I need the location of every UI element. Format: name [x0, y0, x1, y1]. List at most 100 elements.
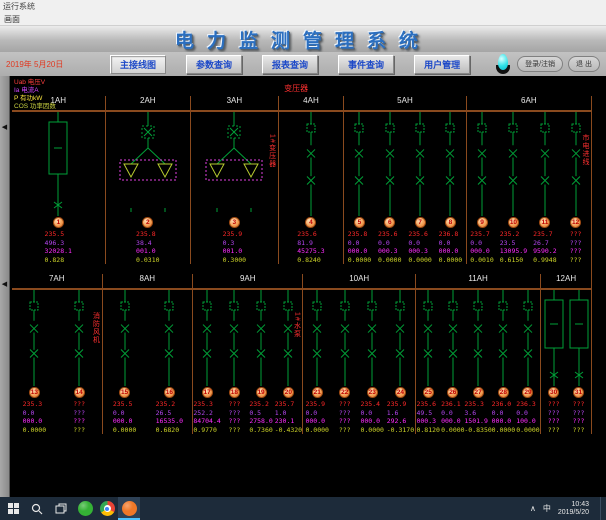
taskbar-apps: [74, 497, 140, 520]
feeder-28[interactable]: 28236.00.0000.00.0000: [491, 290, 516, 434]
feeder-2[interactable]: 2235.838.4001.00.0310: [116, 112, 180, 264]
scroll-left-icon[interactable]: ◀: [2, 124, 7, 131]
cosphi-value: 0.0000: [305, 426, 328, 435]
alarm-droplet-icon: [498, 54, 508, 70]
voltage-value: 235.2: [156, 400, 183, 409]
legend-line: Ia 电流A: [14, 87, 56, 95]
menu-button-1[interactable]: 主接线图: [110, 55, 166, 74]
main-area: ◀ ◀ Uab 电压VIa 电流AP 有功kWCOS 功率因数 变压器 1AH …: [0, 76, 606, 497]
menu-item[interactable]: 画面: [4, 15, 20, 24]
feeder-line-art: [532, 112, 558, 216]
feeder-15[interactable]: 15235.50.0000.00.0000: [112, 290, 138, 434]
feeder-3[interactable]: 3235.90.3001.00.3000: [202, 112, 266, 264]
show-desktop-button[interactable]: [600, 497, 604, 520]
feeder-line-art: [469, 112, 495, 216]
scroll-left-icon[interactable]: ◀: [2, 281, 7, 288]
row-top: 1AH 1235.5496.332028.10.8282AH 2235.838.…: [12, 96, 591, 264]
feeder-25[interactable]: 25235.649.5000.30.8120: [416, 290, 441, 434]
voltage-value: 235.3: [464, 400, 491, 409]
voltage-value: 235.7: [533, 230, 556, 239]
feeder-number-badge: 1: [53, 217, 64, 228]
feeder-line-art: [377, 112, 403, 216]
search-button[interactable]: [26, 497, 48, 520]
feeder-line-art: [346, 112, 372, 216]
feeder-26[interactable]: 26236.10.0000.00.0000: [441, 290, 466, 434]
feeder-line-art: [490, 290, 516, 386]
bay-label: 2AH: [106, 96, 191, 110]
cosphi-value: 0.0000: [408, 256, 431, 265]
feeder-21[interactable]: 21235.90.0000.00.0000: [304, 290, 330, 434]
feeder-27[interactable]: 27235.33.61501.9-0.8350: [465, 290, 491, 434]
bay-schematic: 15235.50.0000.00.0000 16235.226.516535.0…: [103, 288, 193, 434]
feeder-number-badge: 27: [473, 387, 484, 398]
bay-schematic: 30???????????? 31????????????: [541, 288, 591, 434]
feeder-line-art: [500, 112, 526, 216]
menu-button-2[interactable]: 参数查询: [186, 55, 242, 74]
cosphi-value: 0.0000: [492, 426, 515, 435]
cosphi-value: ???: [229, 426, 241, 435]
cosphi-value: 0.828: [45, 256, 72, 265]
feeder-number-badge: 16: [164, 387, 175, 398]
app-green-button[interactable]: [74, 497, 96, 520]
language-indicator[interactable]: 中: [543, 503, 551, 514]
feeder-number-badge: 4: [305, 217, 316, 228]
current-value: 252.2: [193, 409, 220, 418]
feeder-16[interactable]: 16235.226.516535.00.6820: [156, 290, 183, 434]
feeder-31[interactable]: 31????????????: [566, 290, 591, 434]
cosphi-value: -0.8350: [464, 426, 491, 435]
schematic-canvas: Uab 电压VIa 电流AP 有功kWCOS 功率因数 变压器 1AH 1235…: [10, 76, 606, 497]
cosphi-value: 0.0000: [516, 426, 539, 435]
feeder-5[interactable]: 5235.80.0000.00.0000: [346, 112, 372, 264]
power-value: 000.0: [439, 247, 462, 256]
login-logout-button[interactable]: 登录/注销: [517, 56, 563, 72]
feeder-18[interactable]: 18????????????: [221, 290, 247, 434]
start-button[interactable]: [2, 497, 24, 520]
feeder-line-art: [156, 290, 182, 386]
feeder-19[interactable]: 19235.20.52758.00.7360: [248, 290, 274, 434]
feeder-23[interactable]: 23235.40.0000.00.0000: [359, 290, 385, 434]
app-chrome-button[interactable]: [96, 497, 118, 520]
menu-button-4[interactable]: 事件查询: [338, 55, 394, 74]
current-value: 3.6: [464, 409, 491, 418]
feeder-30[interactable]: 30????????????: [541, 290, 566, 434]
current-value: 0.0: [516, 409, 539, 418]
feeder-line-art: [112, 290, 138, 386]
app-orange-button[interactable]: [118, 497, 140, 520]
feeder-7[interactable]: 7235.60.0000.30.0000: [407, 112, 433, 264]
feeder-6[interactable]: 6235.60.0000.30.0000: [377, 112, 403, 264]
feeder-11[interactable]: 11235.726.79590.20.9948: [532, 112, 558, 264]
feeder-number-badge: 6: [384, 217, 395, 228]
feeder-9[interactable]: 9235.70.0000.00.0010: [469, 112, 495, 264]
alarm-indicator-icon[interactable]: [495, 54, 511, 74]
feeder-14[interactable]: 14????????????: [66, 290, 92, 434]
power-value: ???: [570, 247, 582, 256]
feeder-1[interactable]: 1235.5496.332028.10.828: [44, 112, 72, 264]
current-value: ???: [339, 409, 351, 418]
menu-button-5[interactable]: 用户管理: [414, 55, 470, 74]
cosphi-value: -0.3170: [387, 426, 414, 435]
task-view-button[interactable]: [50, 497, 72, 520]
feeder-4[interactable]: 4235.681.945275.30.8240: [297, 112, 324, 264]
feeder-13[interactable]: 13235.30.0000.00.0000: [21, 290, 47, 434]
current-value: ???: [570, 239, 582, 248]
feeder-number-badge: 30: [548, 387, 559, 398]
taskbar-clock[interactable]: 10:43 2019/5/20: [558, 501, 589, 517]
feeder-8[interactable]: 8236.80.0000.00.0000: [437, 112, 463, 264]
feeder-24[interactable]: 24235.91.6292.6-0.3170: [387, 290, 414, 434]
power-value: 000.3: [408, 247, 431, 256]
app-chrome-icon: [100, 501, 115, 516]
feeder-10[interactable]: 10235.223.513095.90.6150: [500, 112, 527, 264]
feeder-17[interactable]: 17235.3252.284704.40.9770: [193, 290, 220, 434]
current-value: 1.0: [275, 409, 302, 418]
exit-button[interactable]: 退 出: [568, 56, 600, 72]
tray-expand-icon[interactable]: ∧: [530, 504, 536, 513]
feeder-line-art: [221, 290, 247, 386]
menu-button-3[interactable]: 报表查询: [262, 55, 318, 74]
cosphi-value: 0.0000: [360, 426, 383, 435]
transformer-line-art: [116, 112, 180, 216]
cosphi-value: ???: [548, 426, 560, 435]
power-value: ???: [339, 417, 351, 426]
feeder-29[interactable]: 29236.30.0100.00.0000: [516, 290, 541, 434]
feeder-22[interactable]: 22????????????: [332, 290, 358, 434]
cosphi-value: 0.0010: [470, 256, 493, 265]
